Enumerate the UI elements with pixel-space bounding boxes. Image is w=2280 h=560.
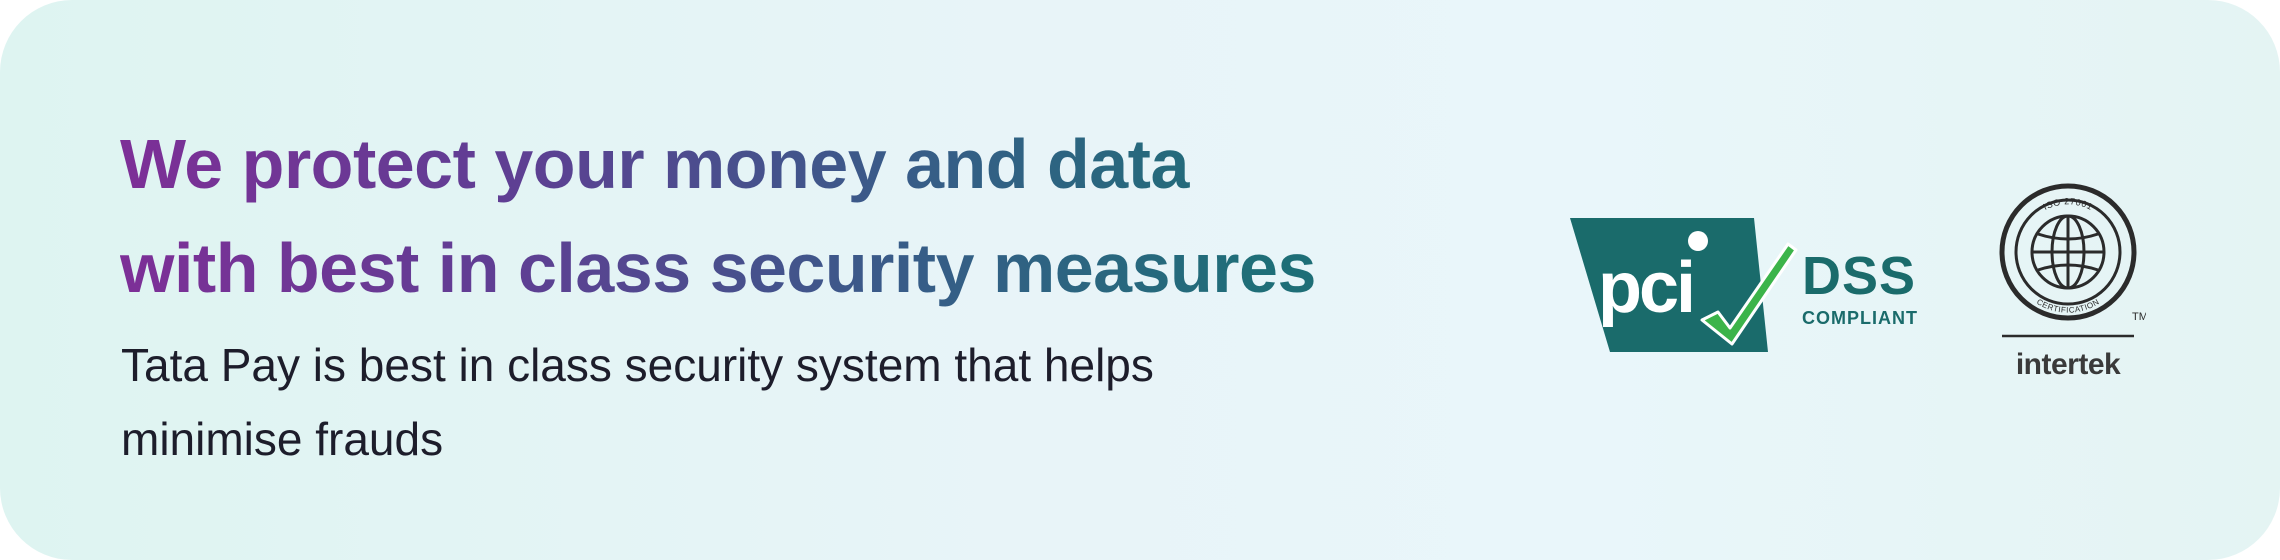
intertek-brand: intertek: [2016, 348, 2121, 381]
trademark-symbol: TM: [2132, 311, 2146, 323]
intertek-iso-certification-logo: ISO 27001 CERTIFICATION TM intertek: [1999, 183, 2146, 381]
security-banner: We protect your money and data with best…: [0, 0, 2280, 560]
pci-logo-text: pci: [1598, 248, 1693, 328]
headline-line-2: with best in class security measures: [120, 229, 1316, 307]
pci-i-dot: [1688, 231, 1708, 251]
headline: We protect your money and data with best…: [120, 112, 1540, 320]
headline-line-1: We protect your money and data: [120, 125, 1189, 203]
pci-dss-label: DSS: [1802, 246, 1916, 306]
pci-dss-compliant-logo: pci DSS COMPLIANT: [1570, 218, 1918, 352]
iso-standard-label: ISO 27001: [2041, 196, 2094, 212]
pci-compliant-label: COMPLIANT: [1802, 308, 1918, 328]
description-line-1: Tata Pay is best in class security syste…: [121, 339, 1154, 391]
globe-icon: [2030, 214, 2106, 290]
description-line-2: minimise frauds: [121, 413, 444, 465]
description: Tata Pay is best in class security syste…: [121, 328, 1421, 476]
